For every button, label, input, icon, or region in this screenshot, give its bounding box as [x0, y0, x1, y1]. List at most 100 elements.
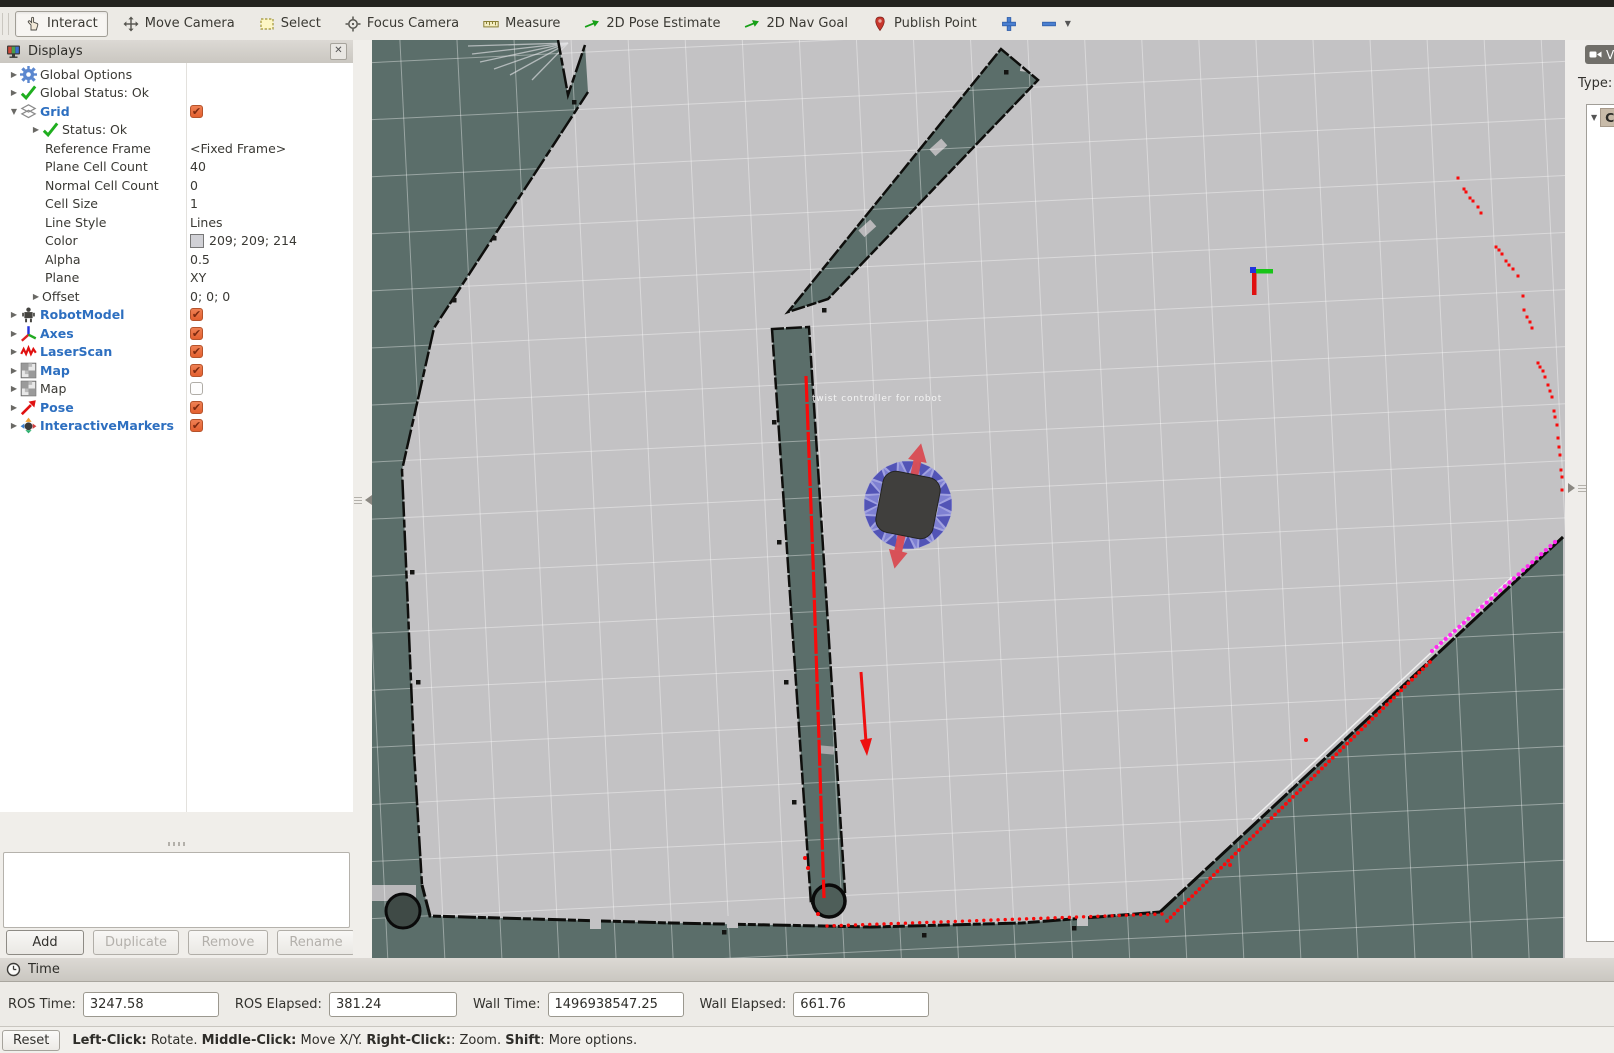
tree-row-label: Pose: [40, 400, 74, 415]
current-view-row[interactable]: ▼ Current View: [1587, 105, 1614, 127]
laser-scan-dot: [875, 923, 878, 926]
rename-button[interactable]: Rename: [277, 930, 355, 955]
splitter-grip[interactable]: [168, 842, 190, 846]
map-scene[interactable]: twist controller for robot: [372, 40, 1565, 958]
tree-row-alpha[interactable]: Alpha0.5: [0, 250, 353, 269]
publish-point-button[interactable]: Publish Point: [863, 12, 986, 36]
chevron-down-icon[interactable]: ▼: [1065, 19, 1071, 28]
measure-button[interactable]: Measure: [474, 12, 569, 36]
remove-button[interactable]: Remove: [188, 930, 268, 955]
tree-row-map[interactable]: ▶Map✔: [0, 361, 353, 380]
tree-row-cell-size[interactable]: Cell Size1: [0, 195, 353, 214]
chevron-right-icon[interactable]: ▶: [8, 88, 20, 97]
chevron-down-icon[interactable]: ▼: [1591, 113, 1597, 122]
tree-row-global-status-ok[interactable]: ▶Global Status: Ok: [0, 84, 353, 103]
chevron-right-icon[interactable]: ▶: [8, 329, 20, 338]
property-value[interactable]: 209; 209; 214: [209, 233, 297, 248]
tree-row-normal-cell-count[interactable]: Normal Cell Count0: [0, 176, 353, 195]
mouse-help-text: Left-Click: Rotate. Middle-Click: Move X…: [72, 1033, 637, 1048]
checkbox-checked[interactable]: ✔: [190, 105, 203, 118]
tree-row-label: Color: [45, 233, 78, 248]
laser-scan-dot: [1103, 914, 1106, 917]
laser-scan-dot: [1477, 206, 1480, 209]
chevron-right-icon[interactable]: ▶: [8, 347, 20, 356]
ros-elapsed-input[interactable]: [329, 992, 457, 1017]
tree-row-offset[interactable]: ▶Offset0; 0; 0: [0, 287, 353, 306]
checkbox-checked[interactable]: ✔: [190, 364, 203, 377]
current-view-value[interactable]: Current View: [1600, 108, 1614, 127]
wall-elapsed-input[interactable]: [793, 992, 929, 1017]
chevron-right-icon[interactable]: ▶: [8, 421, 20, 430]
3d-viewport[interactable]: twist controller for robot: [372, 40, 1565, 958]
chevron-down-icon[interactable]: ▼: [8, 107, 20, 116]
chevron-right-icon[interactable]: ▶: [8, 310, 20, 319]
property-value[interactable]: XY: [190, 270, 206, 285]
tree-row-grid[interactable]: ▼Grid✔: [0, 102, 353, 121]
chevron-right-icon[interactable]: ▶: [30, 125, 42, 134]
chevron-right-icon[interactable]: ▶: [8, 384, 20, 393]
status-bar: Reset Left-Click: Rotate. Middle-Click: …: [0, 1026, 1614, 1053]
tree-row-plane-cell-count[interactable]: Plane Cell Count40: [0, 158, 353, 177]
checkbox-checked[interactable]: ✔: [190, 345, 203, 358]
focus-camera-button[interactable]: Focus Camera: [336, 12, 468, 36]
ros-time-input[interactable]: [83, 992, 219, 1017]
checkbox-checked[interactable]: ✔: [190, 419, 203, 432]
checkbox-unchecked[interactable]: [190, 382, 203, 395]
checkbox-checked[interactable]: ✔: [190, 327, 203, 340]
close-icon[interactable]: ✕: [330, 43, 347, 60]
tree-row-axes[interactable]: ▶Axes✔: [0, 324, 353, 343]
panel-splitter[interactable]: [0, 812, 353, 850]
minus-button[interactable]: ▼: [1032, 12, 1080, 36]
splitter-grip[interactable]: [1578, 485, 1586, 492]
tree-row-map[interactable]: ▶Map: [0, 380, 353, 399]
2d-nav-goal-button[interactable]: 2D Nav Goal: [735, 12, 857, 36]
reset-button[interactable]: Reset: [2, 1030, 60, 1051]
add-button[interactable]: Add: [6, 930, 84, 955]
property-value[interactable]: Lines: [190, 215, 223, 230]
duplicate-button[interactable]: Duplicate: [93, 930, 179, 955]
tree-row-reference-frame[interactable]: Reference Frame<Fixed Frame>: [0, 139, 353, 158]
tree-row-plane[interactable]: PlaneXY: [0, 269, 353, 288]
property-value[interactable]: 0: [190, 178, 198, 193]
axes-marker-y: [1256, 269, 1273, 274]
2d-pose-estimate-button[interactable]: 2D Pose Estimate: [575, 12, 729, 36]
chevron-right-icon[interactable]: ▶: [8, 70, 20, 79]
robot-body[interactable]: [874, 469, 943, 541]
property-value[interactable]: 1: [190, 196, 198, 211]
tree-row-pose[interactable]: ▶ Pose ✔: [0, 398, 353, 417]
window-title-strip: [0, 0, 1614, 7]
tree-row-status-ok[interactable]: ▶Status: Ok: [0, 121, 353, 140]
laser-scan-dot: [1183, 901, 1187, 905]
interact-button[interactable]: Interact: [15, 11, 108, 37]
toolbar-grip[interactable]: [2, 13, 9, 35]
tree-row-color[interactable]: Color 209; 209; 214: [0, 232, 353, 251]
splitter-grip[interactable]: [354, 497, 362, 504]
laser-scan-dot: [968, 919, 971, 922]
path-dot: [1462, 621, 1466, 625]
laser-scan-dot: [982, 919, 985, 922]
tree-row-laserscan[interactable]: ▶LaserScan✔: [0, 343, 353, 362]
wall-time-input[interactable]: [548, 992, 684, 1017]
plus-button[interactable]: [992, 12, 1026, 36]
property-value[interactable]: <Fixed Frame>: [190, 141, 286, 156]
checkbox-checked[interactable]: ✔: [190, 308, 203, 321]
move-camera-button[interactable]: Move Camera: [114, 12, 244, 36]
wall-speck: [416, 680, 421, 685]
tree-row-line-style[interactable]: Line StyleLines: [0, 213, 353, 232]
property-value[interactable]: 40: [190, 159, 206, 174]
chevron-right-icon[interactable]: ▶: [8, 366, 20, 375]
select-button[interactable]: Select: [250, 12, 330, 36]
tree-row-robotmodel[interactable]: ▶RobotModel✔: [0, 306, 353, 325]
chevron-right-icon[interactable]: ▶: [8, 403, 20, 412]
left-splitter[interactable]: [353, 40, 372, 958]
tree-row-interactivemarkers[interactable]: ▶InteractiveMarkers✔: [0, 417, 353, 436]
color-swatch[interactable]: [190, 234, 204, 248]
checkbox-checked[interactable]: ✔: [190, 401, 203, 414]
chevron-right-icon[interactable]: ▶: [30, 292, 42, 301]
collapse-right-icon[interactable]: [1568, 483, 1575, 493]
tree-row-global-options[interactable]: ▶Global Options: [0, 65, 353, 84]
collapse-left-icon[interactable]: [365, 495, 372, 505]
property-value[interactable]: 0; 0; 0: [190, 289, 230, 304]
property-value[interactable]: 0.5: [190, 252, 210, 267]
laser-scan-dot: [1498, 249, 1501, 252]
